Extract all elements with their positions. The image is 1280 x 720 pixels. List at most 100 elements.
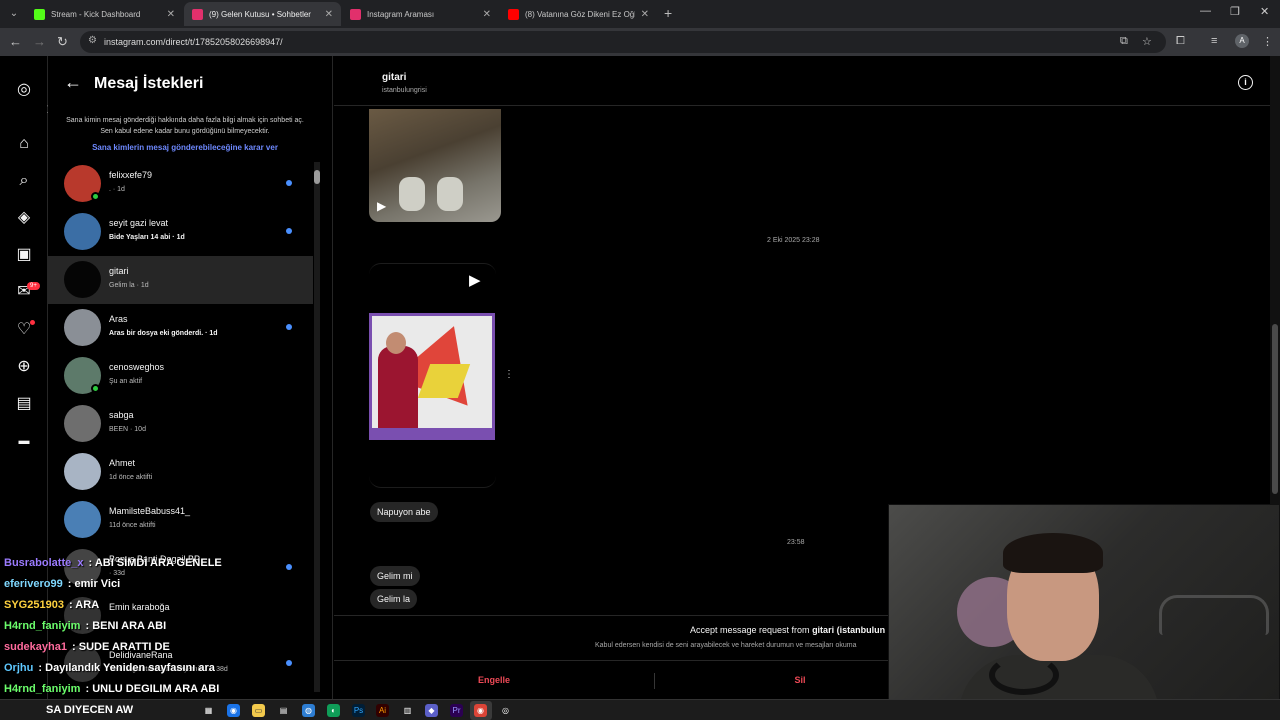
illustrator-icon[interactable]: Ai bbox=[376, 704, 389, 717]
chrome-icon[interactable]: ◉ bbox=[474, 704, 487, 717]
shared-video-thumbnail[interactable] bbox=[369, 313, 495, 440]
reload-icon[interactable]: ↻ bbox=[57, 34, 68, 50]
panel-header: ← Mesaj İstekleri bbox=[48, 68, 332, 100]
teacher-figure bbox=[378, 346, 418, 436]
accept-title-name: gitari (istanbulun bbox=[812, 625, 886, 635]
app-icon[interactable]: ▤ bbox=[277, 704, 290, 717]
avatar bbox=[64, 261, 101, 298]
app-icon[interactable]: ◍ bbox=[302, 704, 315, 717]
explore-icon[interactable]: ◈ bbox=[14, 208, 34, 228]
request-name: cenosweghos bbox=[109, 362, 165, 372]
close-window-icon[interactable]: ✕ bbox=[1260, 5, 1269, 18]
minimize-icon[interactable]: — bbox=[1200, 5, 1211, 17]
app-icon[interactable]: ◐ bbox=[327, 704, 340, 717]
tab-close-icon[interactable]: ✕ bbox=[167, 9, 175, 20]
chat-message: : UNLU DEGILIM ARA ABI bbox=[82, 683, 220, 695]
message-bubble[interactable]: Gelim mi bbox=[370, 566, 420, 586]
restore-icon[interactable]: ❐ bbox=[1230, 5, 1240, 18]
request-row[interactable]: felixxefe79 . · 1d bbox=[48, 160, 313, 208]
dashboard-icon[interactable]: ▤ bbox=[14, 394, 34, 414]
request-row[interactable]: Aras Aras bir dosya eki gönderdi. · 1d bbox=[48, 304, 313, 352]
chat-message: : ABI SİMDİ ARA GENELE bbox=[85, 557, 222, 569]
message-controls-link[interactable]: Sana kimlerin mesaj gönderebileceğine ka… bbox=[60, 143, 310, 152]
play-icon[interactable]: ▶ bbox=[469, 271, 481, 289]
tab-kick-dashboard[interactable]: Stream - Kick Dashboard ✕ bbox=[26, 2, 183, 26]
back-icon[interactable]: ← bbox=[9, 34, 22, 50]
file-explorer-icon[interactable]: ▭ bbox=[252, 704, 265, 717]
panel-scrollbar[interactable] bbox=[314, 162, 320, 692]
notification-dot bbox=[30, 320, 35, 325]
request-name: gitari bbox=[109, 266, 129, 276]
media-control-icon[interactable]: ≡ bbox=[1211, 35, 1217, 47]
obs-icon[interactable]: ◎ bbox=[499, 704, 512, 717]
request-preview: Gelim la · 1d bbox=[109, 282, 149, 289]
request-preview: Bide Yaşları 14 abi · 1d bbox=[109, 234, 185, 241]
bookmark-star-icon[interactable]: ☆ bbox=[1142, 35, 1152, 48]
messages-badge: 9+ bbox=[27, 282, 40, 290]
tab-title: (9) Gelen Kutusu • Sohbetler bbox=[209, 9, 311, 19]
request-name: MamilsteBabuss41_ bbox=[109, 506, 191, 516]
block-button[interactable]: Engelle bbox=[334, 661, 654, 700]
tab-close-icon[interactable]: ✕ bbox=[325, 9, 333, 20]
search-icon[interactable]: ⌕ bbox=[14, 171, 34, 191]
reel-icon: ▶ bbox=[377, 199, 387, 213]
install-app-icon[interactable]: ⧉ bbox=[1120, 35, 1128, 48]
chat-line: eferivero99 : emir Vici bbox=[4, 578, 120, 590]
tab-youtube[interactable]: (8) Vatanına Göz Dikeni Ez Oğlu ✕ bbox=[500, 2, 657, 26]
avatar bbox=[64, 213, 101, 250]
task-view-icon[interactable]: ▦ bbox=[202, 704, 215, 717]
message-bubble[interactable]: Napuyon abe bbox=[370, 502, 438, 522]
instagram-logo-icon[interactable]: ◎ bbox=[14, 80, 34, 100]
chat-line: H4rnd_faniyim : BENI ARA ABI bbox=[4, 620, 166, 632]
forward-icon[interactable]: → bbox=[33, 34, 46, 50]
timestamp: 23:58 bbox=[787, 539, 805, 546]
request-row[interactable]: cenosweghos Şu an aktif bbox=[48, 352, 313, 400]
request-row[interactable]: MamilsteBabuss41_ 11d önce aktifti bbox=[48, 496, 313, 544]
reels-icon[interactable]: ▣ bbox=[14, 245, 34, 265]
reel-thumbnail[interactable]: ▶ bbox=[369, 109, 501, 222]
chat-username: Busrabolatte_x bbox=[4, 557, 84, 569]
photoshop-icon[interactable]: Ps bbox=[352, 704, 365, 717]
menu-icon[interactable]: ⋮ bbox=[1262, 35, 1273, 48]
request-row[interactable]: gitari Gelim la · 1d bbox=[48, 256, 313, 304]
requests-info-text: Sana kimin mesaj gönderdiği hakkında dah… bbox=[66, 117, 304, 135]
tab-search-icon[interactable]: ⌄ bbox=[6, 6, 22, 22]
message-options-icon[interactable]: ⋮ bbox=[504, 369, 514, 380]
address-bar[interactable]: ⚙ instagram.com/direct/t/178520580266989… bbox=[80, 31, 1166, 53]
message-bubble[interactable]: Gelim la bbox=[370, 589, 418, 609]
tab-instagram-inbox[interactable]: (9) Gelen Kutusu • Sohbetler ✕ bbox=[184, 2, 341, 26]
kick-favicon-icon bbox=[34, 8, 45, 20]
instagram-favicon-icon bbox=[192, 8, 203, 20]
screen: ⌄ Stream - Kick Dashboard ✕ (9) Gelen Ku… bbox=[0, 0, 1280, 720]
tab-title: Stream - Kick Dashboard bbox=[51, 9, 141, 19]
scrollbar-thumb[interactable] bbox=[314, 170, 320, 184]
extensions-icon[interactable]: ⧠ bbox=[1176, 35, 1185, 48]
back-arrow-icon[interactable]: ← bbox=[64, 72, 82, 93]
request-row[interactable]: Ahmet 1d önce aktifti bbox=[48, 448, 313, 496]
conversation-name[interactable]: gitari bbox=[382, 72, 406, 83]
request-name: Aras bbox=[109, 314, 128, 324]
request-row[interactable]: seyit gazi levat Bide Yaşları 14 abi · 1d bbox=[48, 208, 313, 256]
create-icon[interactable]: ⊕ bbox=[14, 357, 34, 377]
request-name: sabga bbox=[109, 410, 134, 420]
home-icon[interactable]: ⌂ bbox=[14, 134, 34, 154]
site-info-icon[interactable]: ⚙ bbox=[88, 35, 97, 46]
premiere-icon[interactable]: Pr bbox=[450, 704, 463, 717]
browser-icon[interactable]: ◉ bbox=[227, 704, 240, 717]
profile-avatar[interactable]: A bbox=[1235, 34, 1249, 48]
info-icon[interactable]: i bbox=[1238, 75, 1253, 90]
unread-dot bbox=[286, 324, 292, 330]
scrollbar-thumb[interactable] bbox=[1272, 324, 1278, 494]
request-preview: . · 1d bbox=[109, 186, 125, 193]
more-icon[interactable]: ▬ bbox=[14, 431, 34, 451]
request-row[interactable]: sabga BEEN · 10d bbox=[48, 400, 313, 448]
url-text: instagram.com/direct/t/17852058026698947… bbox=[104, 37, 283, 47]
shoe-shape bbox=[437, 177, 463, 211]
new-tab-icon[interactable]: + bbox=[664, 5, 672, 21]
tab-close-icon[interactable]: ✕ bbox=[641, 9, 649, 20]
tab-close-icon[interactable]: ✕ bbox=[483, 9, 491, 20]
app-icon[interactable]: ▥ bbox=[401, 704, 414, 717]
app-icon[interactable]: ◆ bbox=[425, 704, 438, 717]
tab-instagram-search[interactable]: Instagram Araması ✕ bbox=[342, 2, 499, 26]
chat-username: Orjhu bbox=[4, 662, 34, 674]
